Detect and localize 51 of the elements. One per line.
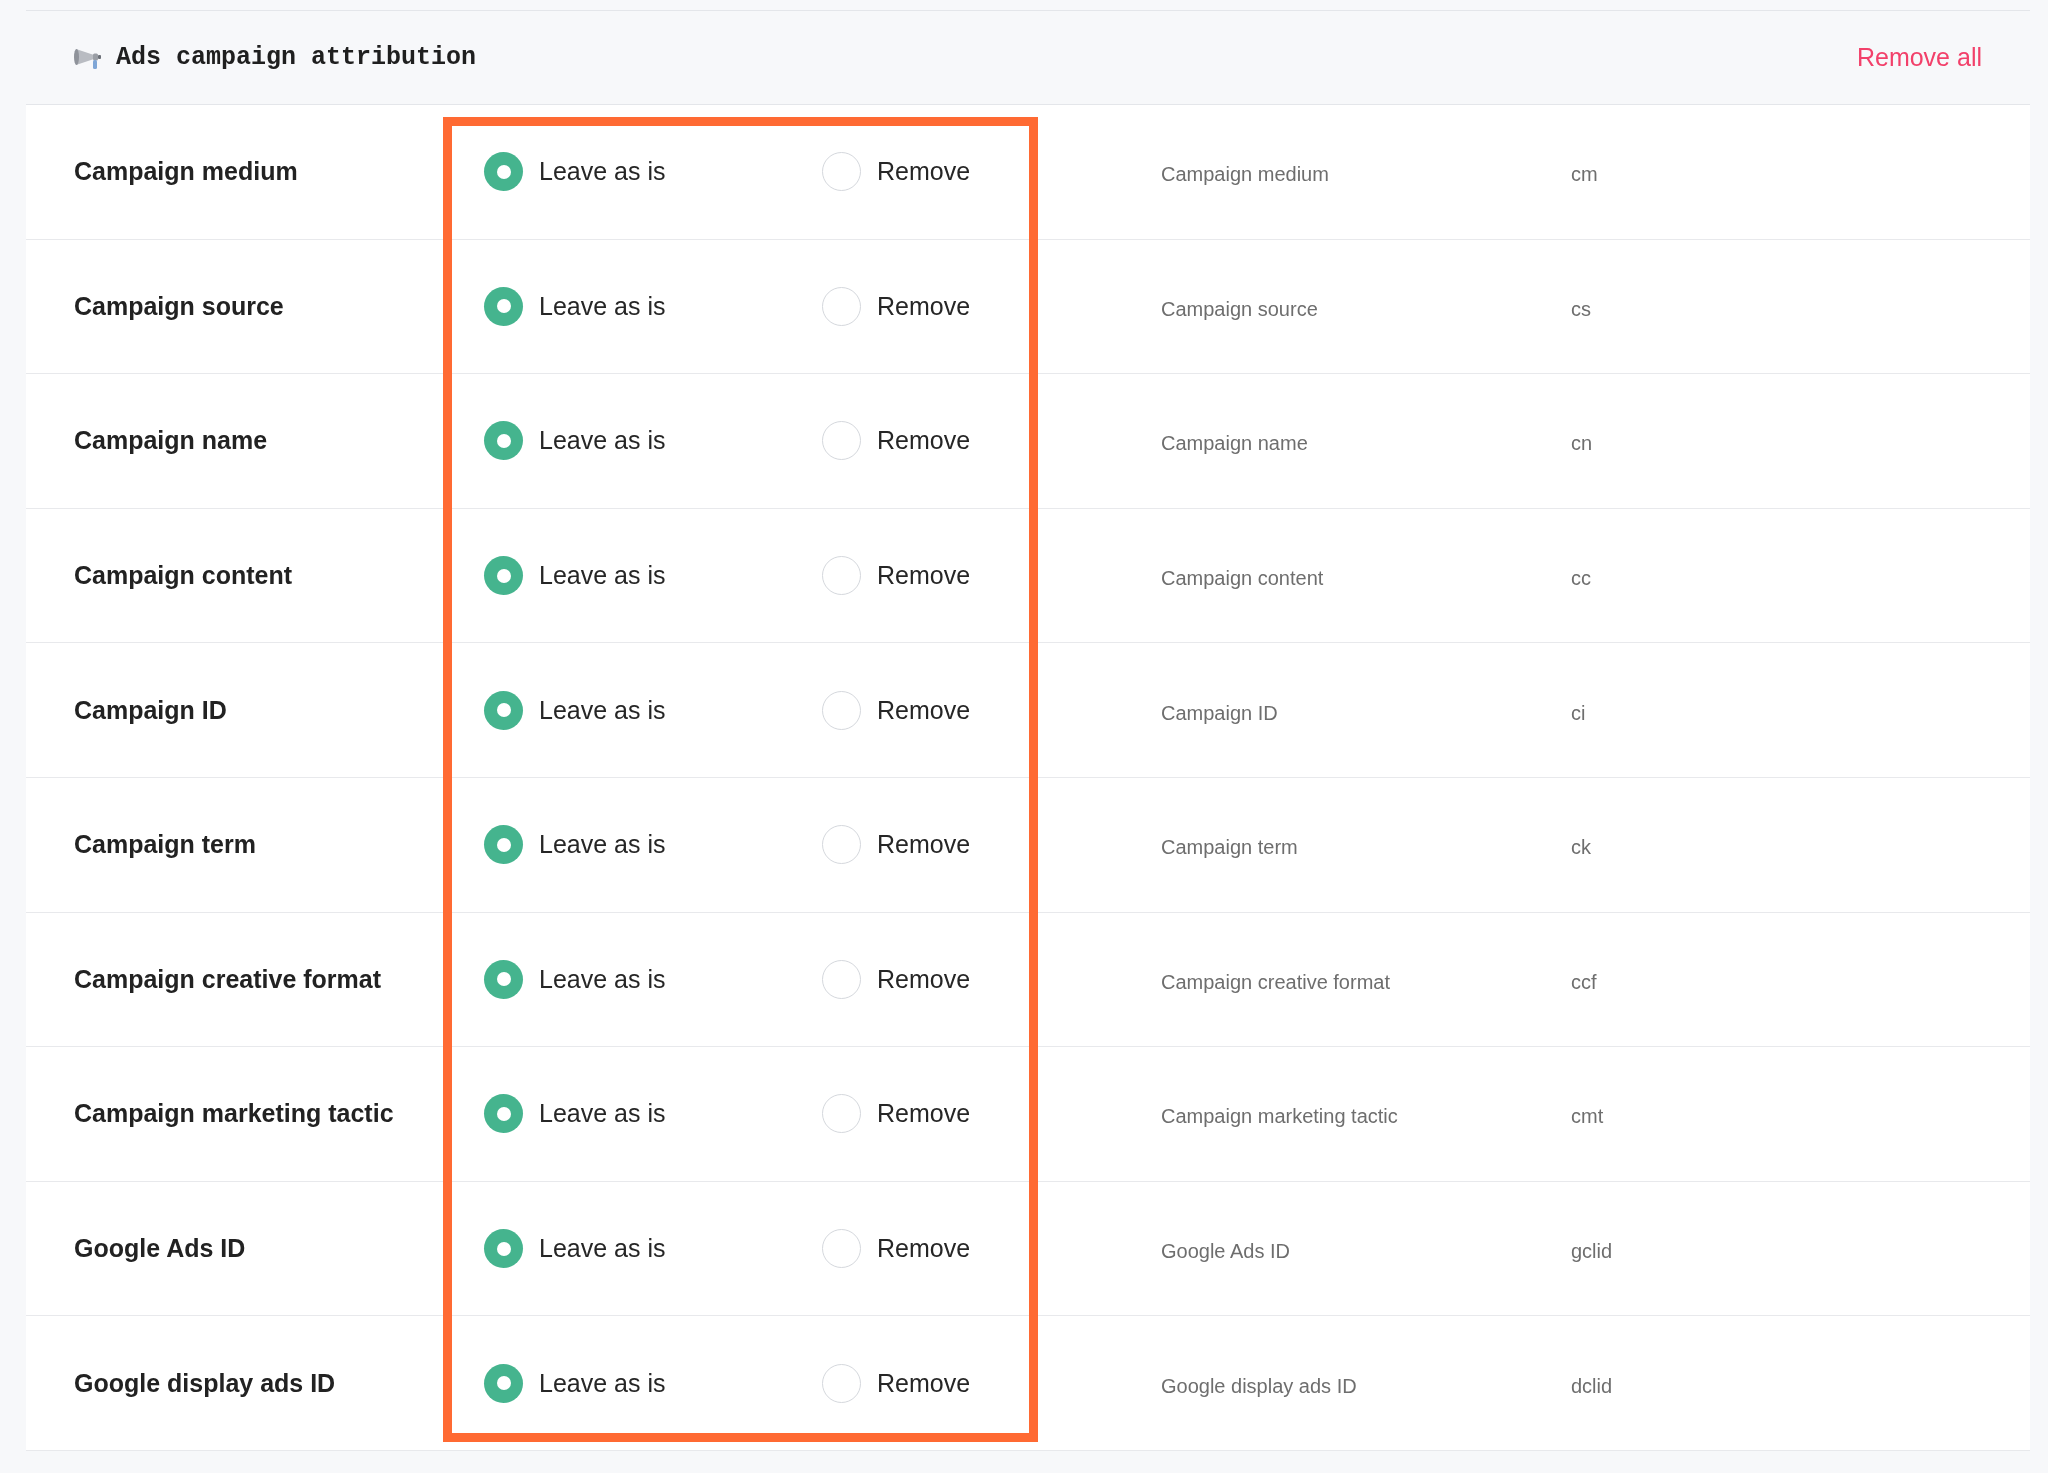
field-name-text: Campaign ID [1161, 700, 1278, 725]
radio-option[interactable]: Remove [822, 556, 971, 596]
radio-option[interactable]: Leave as is [484, 1363, 666, 1403]
radio-option[interactable]: Remove [822, 421, 971, 461]
radio-option[interactable]: Remove [822, 1229, 971, 1269]
row-label: Campaign name [74, 426, 268, 456]
radio-option[interactable]: Remove [822, 1094, 971, 1134]
section-title: Ads campaign attribution [116, 43, 477, 72]
field-key-text: dclid [1571, 1373, 1613, 1398]
radio-option[interactable]: Remove [822, 152, 971, 192]
field-name-text: Campaign content [1161, 566, 1324, 591]
radio-option[interactable]: Remove [822, 1363, 971, 1403]
radio-option[interactable]: Leave as is [484, 690, 666, 730]
field-name-text: Campaign source [1161, 296, 1318, 321]
field-key-text: ci [1571, 700, 1586, 725]
field-key-text: cc [1571, 566, 1591, 591]
field-name-text: Campaign term [1161, 835, 1298, 860]
radio-option[interactable]: Leave as is [484, 1094, 666, 1134]
field-key-text: ck [1571, 835, 1591, 860]
row-label: Campaign source [74, 291, 284, 321]
row-label: Campaign marketing tactic [74, 1099, 394, 1129]
radio-option[interactable]: Remove [822, 286, 971, 326]
row-label: Google Ads ID [74, 1234, 246, 1264]
field-name-text: Campaign medium [1161, 162, 1329, 187]
field-name-text: Google Ads ID [1161, 1239, 1290, 1264]
row-label: Campaign medium [74, 157, 298, 187]
field-key-text: cmt [1571, 1104, 1604, 1129]
radio-option[interactable]: Leave as is [484, 556, 666, 596]
row-label: Campaign term [74, 830, 256, 860]
field-name-text: Campaign creative format [1161, 969, 1390, 994]
row-label: Campaign ID [74, 695, 227, 725]
radio-option[interactable]: Leave as is [484, 286, 666, 326]
radio-option[interactable]: Leave as is [484, 152, 666, 192]
radio-option[interactable]: Remove [822, 959, 971, 999]
radio-option[interactable]: Leave as is [484, 421, 666, 461]
radio-option[interactable]: Remove [822, 690, 971, 730]
field-key-text: ccf [1571, 969, 1597, 994]
field-key-text: cm [1571, 162, 1598, 187]
row-label: Campaign creative format [74, 964, 382, 994]
field-key-text: cs [1571, 296, 1591, 321]
radio-option[interactable]: Remove [822, 825, 971, 865]
field-name-text: Campaign name [1161, 431, 1308, 456]
radio-option[interactable]: Leave as is [484, 825, 666, 865]
radio-option[interactable]: Leave as is [484, 1229, 666, 1269]
row-label: Google display ads ID [74, 1368, 336, 1398]
radio-option[interactable]: Leave as is [484, 959, 666, 999]
field-key-text: gclid [1571, 1239, 1613, 1264]
field-key-text: cn [1571, 431, 1593, 456]
field-name-text: Google display ads ID [1161, 1373, 1357, 1398]
field-name-text: Campaign marketing tactic [1161, 1104, 1398, 1129]
row-label: Campaign content [74, 561, 293, 591]
